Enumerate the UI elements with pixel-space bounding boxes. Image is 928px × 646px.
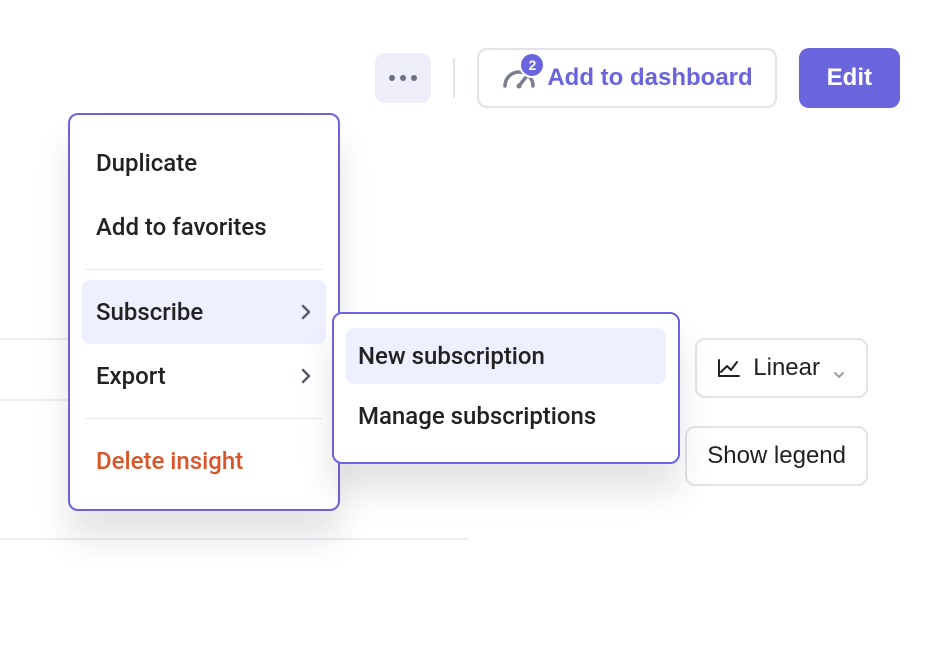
submenu-item-label: Manage subscriptions bbox=[358, 402, 596, 430]
vertical-divider bbox=[453, 58, 455, 98]
chevron-down-icon bbox=[832, 361, 846, 375]
edit-label: Edit bbox=[827, 64, 872, 92]
scale-select[interactable]: Linear bbox=[695, 338, 868, 398]
edit-button[interactable]: Edit bbox=[799, 48, 900, 108]
submenu-item-new-subscription[interactable]: New subscription bbox=[346, 328, 666, 384]
submenu-item-label: New subscription bbox=[358, 342, 545, 370]
menu-item-label: Delete insight bbox=[96, 447, 243, 475]
bg-divider bbox=[0, 538, 468, 540]
menu-separator bbox=[86, 269, 322, 270]
chevron-right-icon bbox=[300, 366, 312, 386]
menu-item-favorites[interactable]: Add to favorites bbox=[70, 195, 338, 259]
more-menu-button[interactable] bbox=[375, 53, 431, 103]
menu-separator bbox=[86, 418, 322, 419]
menu-item-label: Export bbox=[96, 362, 166, 390]
add-to-dashboard-label: Add to dashboard bbox=[547, 64, 752, 92]
ellipsis-icon bbox=[400, 75, 406, 81]
ellipsis-icon bbox=[411, 75, 417, 81]
gauge-icon: 2 bbox=[501, 64, 537, 92]
menu-item-label: Subscribe bbox=[96, 298, 203, 326]
ellipsis-icon bbox=[389, 75, 395, 81]
toolbar: 2 Add to dashboard Edit bbox=[375, 48, 900, 108]
menu-item-duplicate[interactable]: Duplicate bbox=[70, 131, 338, 195]
dashboard-count-badge: 2 bbox=[519, 52, 545, 78]
menu-item-label: Add to favorites bbox=[96, 213, 267, 241]
submenu-item-manage-subscriptions[interactable]: Manage subscriptions bbox=[334, 384, 678, 448]
legend-label: Show legend bbox=[707, 442, 846, 470]
more-menu: Duplicate Add to favorites Subscribe Exp… bbox=[68, 113, 340, 511]
chevron-right-icon bbox=[300, 302, 312, 322]
subscribe-submenu: New subscription Manage subscriptions bbox=[332, 312, 680, 464]
menu-item-label: Duplicate bbox=[96, 149, 197, 177]
line-chart-icon bbox=[717, 358, 741, 378]
menu-item-delete[interactable]: Delete insight bbox=[70, 429, 338, 493]
chart-options: Linear Show legend bbox=[685, 338, 868, 486]
legend-toggle[interactable]: Show legend bbox=[685, 426, 868, 486]
scale-label: Linear bbox=[753, 354, 820, 382]
menu-item-export[interactable]: Export bbox=[70, 344, 338, 408]
menu-item-subscribe[interactable]: Subscribe bbox=[82, 280, 326, 344]
add-to-dashboard-button[interactable]: 2 Add to dashboard bbox=[477, 48, 776, 108]
